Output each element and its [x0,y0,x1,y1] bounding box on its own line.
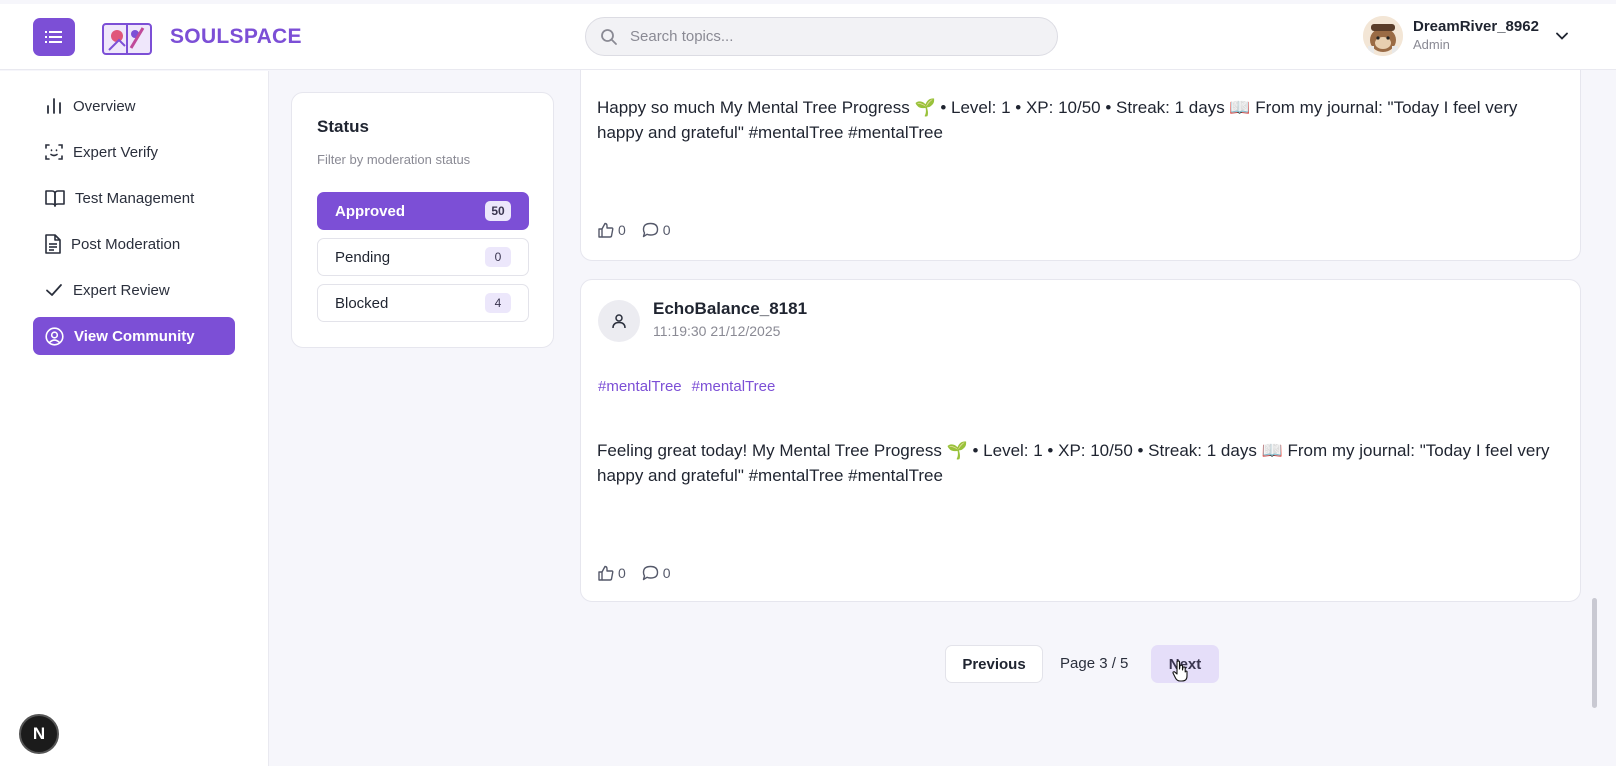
thumbs-up-icon [598,222,614,238]
sidebar-item-label: Expert Review [73,281,170,299]
bar-chart-icon [47,98,61,114]
status-count-badge: 4 [485,293,511,313]
like-button[interactable]: 0 [598,565,626,581]
comment-count: 0 [662,222,671,238]
comment-count: 0 [662,565,671,581]
file-text-icon [45,234,61,254]
sidebar-item-label: Post Moderation [71,235,181,253]
avatar [1363,16,1403,56]
post-timestamp: 11:19:30 21/12/2025 [653,323,781,339]
previous-page-button[interactable]: Previous [945,645,1043,683]
comment-icon [642,222,658,238]
status-filter-card: Status Filter by moderation status Appro… [291,92,554,348]
status-count-badge: 0 [485,247,511,267]
like-count: 0 [618,222,626,238]
post-card: EchoBalance_8181 11:19:30 21/12/2025 #me… [580,279,1581,602]
search-bar[interactable] [585,17,1058,56]
chevron-down-icon[interactable] [1556,32,1568,40]
sidebar-item-view-community[interactable]: View Community [33,317,235,355]
search-input[interactable] [630,28,1030,45]
filter-title: Status [317,117,369,136]
status-filter-approved[interactable]: Approved 50 [317,192,529,230]
user-name: DreamRiver_8962 [1413,18,1539,35]
hashtag-link[interactable]: #mentalTree [598,378,682,395]
user-role: Admin [1413,37,1450,52]
filter-subtitle: Filter by moderation status [317,152,471,167]
post-card: Happy so much My Mental Tree Progress 🌱 … [580,70,1581,261]
status-filter-blocked[interactable]: Blocked 4 [317,284,529,322]
top-bar: SOULSPACE DreamRiver_8962 Admin [0,4,1616,70]
brand-name[interactable]: SOULSPACE [170,25,302,49]
menu-toggle-button[interactable] [33,18,75,56]
sidebar-item-overview[interactable]: Overview [33,87,235,125]
comment-button[interactable]: 0 [642,222,671,238]
scan-face-icon [45,144,63,160]
sidebar-item-label: Expert Verify [73,143,159,161]
comment-icon [642,565,658,581]
list-icon [45,31,62,43]
post-tags: #mentalTree #mentalTree [598,378,775,395]
post-content: Feeling great today! My Mental Tree Prog… [597,441,1550,485]
search-icon [601,28,617,45]
status-label: Approved [335,202,406,220]
sidebar-item-test-management[interactable]: Test Management [33,179,235,217]
post-actions: 0 0 [598,565,687,581]
book-open-icon [45,190,65,207]
user-icon [612,314,626,329]
scrollbar[interactable] [1592,598,1597,708]
hashtag-link[interactable]: #mentalTree [692,378,776,395]
status-label: Pending [335,248,391,266]
hand-cursor-icon [1172,660,1188,682]
soulspace-logo-icon [102,23,152,55]
dev-tools-badge[interactable]: N [19,714,59,754]
sidebar-item-post-moderation[interactable]: Post Moderation [33,225,235,263]
post-author-name[interactable]: EchoBalance_8181 [653,299,807,319]
check-icon [46,284,62,296]
like-count: 0 [618,565,626,581]
post-actions: 0 0 [598,222,687,238]
sidebar: Overview Expert Verify Test Management P… [0,71,269,766]
sidebar-item-label: Test Management [75,189,195,207]
like-button[interactable]: 0 [598,222,626,238]
author-avatar [598,300,640,342]
user-circle-icon [45,326,64,346]
sidebar-item-label: View Community [74,327,195,345]
user-menu[interactable]: DreamRiver_8962 Admin [1363,16,1539,56]
page-indicator: Page 3 / 5 [1060,655,1129,672]
status-label: Blocked [335,294,389,312]
sidebar-item-expert-review[interactable]: Expert Review [33,271,235,309]
status-count-badge: 50 [485,201,511,221]
thumbs-up-icon [598,565,614,581]
status-filter-pending[interactable]: Pending 0 [317,238,529,276]
sidebar-item-label: Overview [73,97,136,115]
comment-button[interactable]: 0 [642,565,671,581]
post-content: Happy so much My Mental Tree Progress 🌱 … [597,98,1518,142]
sidebar-item-expert-verify[interactable]: Expert Verify [33,133,235,171]
